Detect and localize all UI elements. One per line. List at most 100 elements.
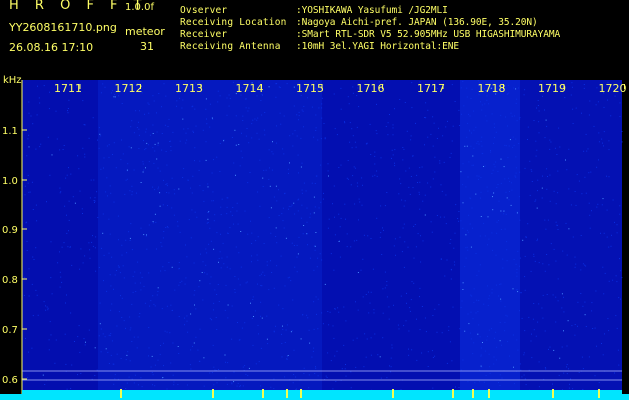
noise-speck [317, 328, 319, 330]
noise-speck [218, 301, 220, 302]
noise-speck [411, 82, 413, 84]
noise-speck [108, 363, 110, 364]
noise-speck [341, 368, 343, 370]
noise-speck [284, 342, 286, 343]
noise-speck [193, 262, 195, 264]
noise-speck [419, 296, 420, 298]
noise-speck [473, 129, 475, 131]
noise-speck [156, 294, 158, 296]
noise-speck [300, 338, 302, 340]
noise-speck [113, 363, 115, 365]
noise-speck [327, 163, 329, 165]
noise-speck [563, 296, 564, 298]
noise-speck [296, 244, 298, 246]
noise-speck [148, 144, 150, 146]
noise-speck [226, 266, 228, 268]
noise-speck [504, 306, 506, 308]
noise-speck [315, 296, 317, 298]
noise-speck [469, 223, 471, 225]
noise-speck [596, 206, 598, 208]
noise-speck [618, 364, 620, 366]
noise-speck [612, 279, 614, 281]
noise-speck [226, 97, 228, 99]
noise-speck [210, 240, 212, 242]
noise-speck [209, 317, 211, 319]
noise-speck [224, 354, 226, 356]
noise-speck [345, 218, 346, 220]
noise-speck [202, 190, 204, 192]
noise-speck [66, 388, 68, 390]
noise-speck [516, 275, 518, 277]
noise-speck [374, 163, 376, 165]
noise-speck [79, 268, 81, 270]
noise-speck [71, 264, 73, 266]
noise-speck [475, 193, 477, 195]
noise-speck [574, 334, 576, 336]
noise-speck [114, 378, 116, 380]
noise-speck [190, 313, 192, 315]
noise-speck [420, 235, 421, 237]
noise-speck [166, 331, 168, 333]
noise-speck [386, 296, 388, 298]
noise-speck [413, 225, 415, 227]
noise-speck [111, 256, 113, 258]
noise-speck [260, 285, 262, 286]
noise-speck [326, 377, 328, 378]
noise-speck [60, 276, 62, 278]
noise-speck [584, 264, 586, 266]
noise-speck [589, 214, 591, 216]
noise-speck [467, 176, 469, 178]
noise-speck [178, 353, 180, 354]
noise-speck [598, 141, 600, 143]
noise-speck [223, 263, 225, 265]
noise-speck [171, 266, 173, 268]
noise-speck [406, 130, 408, 132]
noise-speck [338, 213, 340, 215]
noise-speck [212, 191, 214, 193]
noise-speck [465, 234, 467, 236]
noise-speck [399, 236, 401, 238]
noise-speck [340, 217, 342, 219]
baseline-spike [212, 389, 214, 398]
noise-speck [236, 385, 238, 387]
noise-speck [211, 200, 213, 202]
noise-speck [524, 255, 526, 257]
noise-speck [486, 120, 488, 122]
noise-speck [84, 344, 86, 346]
noise-speck [60, 191, 62, 193]
noise-speck [616, 224, 618, 226]
noise-speck [604, 272, 606, 274]
noise-speck [531, 181, 533, 182]
noise-speck [185, 277, 187, 279]
noise-speck [196, 216, 198, 218]
noise-speck [283, 115, 285, 117]
noise-speck [269, 185, 271, 187]
baseline-spike [300, 389, 302, 398]
noise-speck [309, 257, 311, 259]
noise-speck [67, 246, 69, 248]
noise-speck [537, 105, 539, 106]
noise-speck [138, 128, 140, 130]
noise-speck [59, 149, 61, 151]
noise-speck [97, 217, 99, 218]
noise-speck [566, 373, 568, 375]
noise-speck [291, 330, 293, 332]
noise-speck [555, 203, 557, 205]
noise-speck [301, 189, 303, 191]
noise-speck [422, 240, 424, 242]
noise-speck [538, 262, 540, 264]
noise-speck [92, 245, 94, 247]
noise-speck [572, 108, 574, 110]
noise-speck [65, 177, 67, 179]
noise-speck [207, 183, 209, 185]
noise-speck [257, 191, 259, 193]
noise-speck [477, 333, 479, 335]
baseline-spike [286, 389, 288, 398]
noise-speck [472, 318, 474, 320]
noise-speck [95, 236, 97, 238]
noise-speck [496, 187, 498, 188]
noise-speck [27, 377, 29, 379]
noise-speck [498, 382, 499, 383]
noise-speck [332, 203, 333, 205]
noise-speck [582, 388, 584, 390]
